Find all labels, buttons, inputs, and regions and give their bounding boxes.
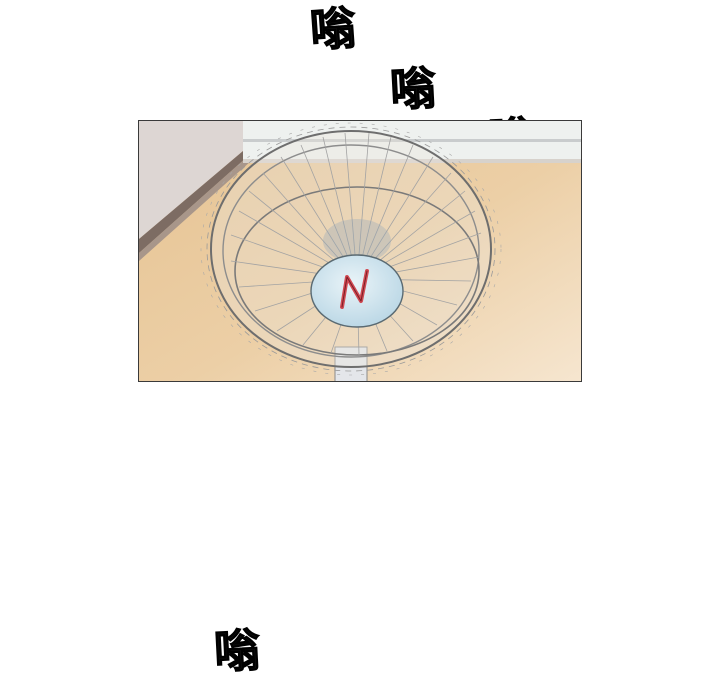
sound-effect-2: 嗡 [388, 60, 438, 118]
sound-effect-4: 嗡 [212, 622, 262, 680]
comic-panel-fan [138, 120, 582, 382]
fan-illustration [139, 121, 581, 381]
sound-effect-1: 嗡 [308, 0, 359, 58]
